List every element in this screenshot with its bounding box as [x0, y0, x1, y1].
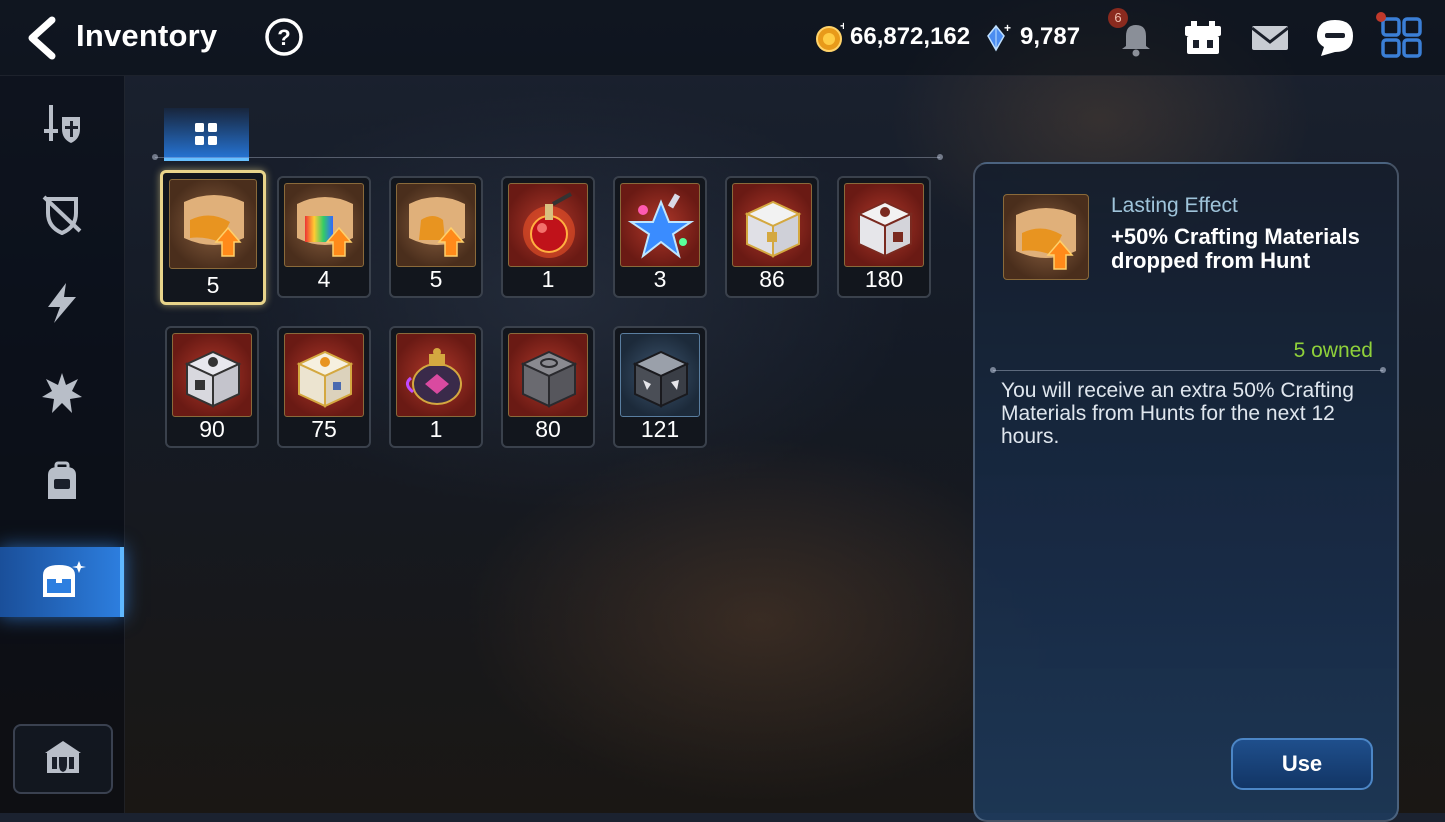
crystal-icon: +: [984, 21, 1014, 52]
page-title: Inventory: [76, 18, 218, 53]
scroll-icon: [169, 179, 257, 269]
sidebar-item-chests[interactable]: [0, 547, 124, 617]
shop-icon[interactable]: [1181, 16, 1225, 60]
sword-shield-icon: [40, 101, 84, 150]
chat-icon[interactable]: [1313, 16, 1357, 60]
item-count: 180: [864, 266, 904, 292]
explosion-icon: [40, 371, 84, 420]
treasure-chest-icon: [37, 557, 87, 608]
scroll-bag-icon: [396, 183, 476, 267]
silver-chest-icon: [172, 333, 252, 417]
inventory-item-white-gold-chest[interactable]: 86: [725, 176, 819, 298]
white-gold-chest-icon: [732, 183, 812, 267]
inventory-item-white-red-chest[interactable]: 180: [837, 176, 931, 298]
notification-badge: 6: [1108, 8, 1128, 28]
back-arrow-icon[interactable]: [22, 16, 62, 60]
inventory-item-scroll-bag[interactable]: 5: [389, 176, 483, 298]
star-potion-icon: [620, 183, 700, 267]
item-count: 3: [653, 266, 667, 292]
inventory-item-scroll-gold[interactable]: 5: [160, 170, 266, 305]
gold-coin-icon: +: [814, 19, 847, 52]
urn-icon: [396, 333, 476, 417]
inventory-item-purple-urn[interactable]: 1: [389, 326, 483, 448]
item-count: 80: [535, 416, 561, 442]
dark-chest-icon: [620, 333, 700, 417]
inventory-item-gold-white-chest[interactable]: 75: [277, 326, 371, 448]
sidebar-item-artifacts[interactable]: [0, 180, 124, 250]
sidebar-item-materials[interactable]: [0, 360, 124, 430]
stone-chest-icon: [508, 333, 588, 417]
menu-grid-icon[interactable]: [1380, 16, 1424, 60]
inventory-item-stone-chest[interactable]: 80: [501, 326, 595, 448]
item-count: 1: [429, 416, 443, 442]
gold-amount: 66,872,162: [850, 23, 971, 50]
lightning-icon: [40, 281, 84, 330]
grid-icon: [194, 122, 218, 151]
item-detail-panel: Lasting Effect +50% Crafting Materials d…: [973, 162, 1399, 822]
item-count: 90: [199, 416, 225, 442]
guild-button[interactable]: [13, 724, 113, 794]
gold-currency[interactable]: + 66,872,162: [814, 19, 971, 52]
inventory-item-blue-star-potion[interactable]: 3: [613, 176, 707, 298]
mail-icon[interactable]: [1248, 16, 1292, 60]
item-description: You will receive an extra 50% Crafting M…: [1001, 379, 1354, 448]
crystal-currency[interactable]: + 9,787: [984, 21, 1081, 52]
item-count: 75: [311, 416, 337, 442]
item-category: Lasting Effect: [1111, 194, 1238, 217]
inventory-item-scroll-rainbow[interactable]: 4: [277, 176, 371, 298]
help-icon[interactable]: ?: [264, 17, 304, 57]
crossed-shield-icon: [40, 191, 84, 240]
tab-divider: [152, 154, 943, 160]
backpack-icon: [40, 461, 84, 510]
gold-white-chest-icon: [284, 333, 364, 417]
sidebar-item-consumables[interactable]: [0, 450, 124, 520]
item-count: 86: [759, 266, 785, 292]
category-sidebar: [0, 76, 125, 813]
use-button[interactable]: Use: [1231, 738, 1373, 790]
inventory-item-red-potion[interactable]: 1: [501, 176, 595, 298]
svg-text:?: ?: [277, 25, 290, 50]
selected-item-scroll-icon: [1003, 194, 1089, 280]
rainbow-scroll-icon: [284, 183, 364, 267]
top-bar: Inventory ? + 66,872,162 + 9,787 6: [0, 0, 1445, 76]
item-count: 5: [206, 272, 220, 298]
item-count: 5: [429, 266, 443, 292]
item-count: 4: [317, 266, 331, 292]
inventory-item-dark-silver-chest[interactable]: 121: [613, 326, 707, 448]
sidebar-item-energy[interactable]: [0, 270, 124, 340]
item-count: 1: [541, 266, 555, 292]
detail-divider: [990, 367, 1386, 373]
owned-count: 5 owned: [1293, 339, 1373, 362]
inventory-item-silver-chest[interactable]: 90: [165, 326, 259, 448]
svg-text:+: +: [1004, 22, 1011, 35]
tab-grid-view[interactable]: [164, 108, 249, 161]
item-name: +50% Crafting Materials dropped from Hun…: [1111, 224, 1360, 273]
svg-text:+: +: [840, 22, 844, 33]
white-red-chest-icon: [844, 183, 924, 267]
sidebar-item-equipment[interactable]: [0, 90, 124, 160]
item-count: 121: [640, 416, 680, 442]
crystal-amount: 9,787: [1020, 23, 1081, 50]
red-potion-icon: [508, 183, 588, 267]
guild-house-icon: [41, 737, 85, 782]
alert-dot: [1376, 12, 1386, 22]
